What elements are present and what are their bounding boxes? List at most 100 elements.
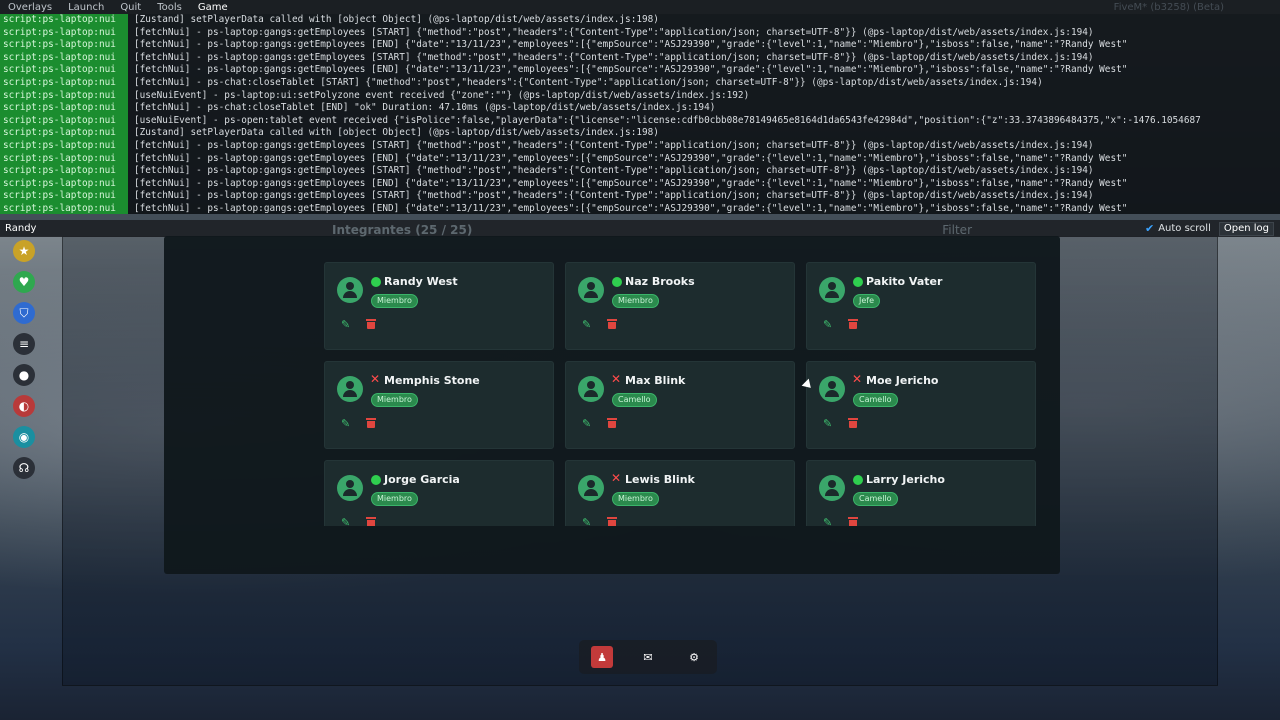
log-message: [fetchNui] - ps-laptop:gangs:getEmployee… [134, 152, 1128, 164]
employee-name: Moe Jericho [866, 374, 939, 387]
employee-card[interactable]: ✕ Moe Jericho Camello ✎ [806, 361, 1036, 449]
employee-card[interactable]: ✕ Lewis Blink Miembro ✎ [565, 460, 795, 526]
employee-card[interactable]: Pakito Vater Jefe ✎ [806, 262, 1036, 350]
employee-name: Larry Jericho [866, 473, 945, 486]
log-source-tag: script:ps-laptop:nui [0, 202, 128, 214]
rank-badge: Miembro [371, 393, 418, 407]
rank-badge: Miembro [371, 492, 418, 506]
menu-item-tools[interactable]: Tools [149, 2, 190, 13]
menubar: Overlays Launch Quit Tools Game FiveM* (b3258… [0, 0, 1280, 14]
employee-card[interactable]: Naz Brooks Miembro ✎ [565, 262, 795, 350]
eye-icon: ◉ [13, 426, 35, 448]
rank-badge: Camello [612, 393, 657, 407]
log-line: script:ps-laptop:nui [fetchNui] - ps-lapt… [0, 39, 1280, 52]
menu-item-game[interactable]: Game [190, 2, 236, 13]
badge-icon: ★ [13, 240, 35, 262]
hud-status-sidebar: ★ ♥ ⛉ ≡ ● ◐ ◉ ☊ [0, 236, 48, 486]
gang-app-icon[interactable]: ♟ [591, 646, 613, 668]
user-avatar-icon [819, 376, 845, 402]
auto-scroll-label: Auto scroll [1158, 223, 1211, 234]
log-source-tag: script:ps-laptop:nui [0, 89, 128, 103]
rank-badge: Miembro [612, 492, 659, 506]
log-line: script:ps-laptop:nui [fetchNui] - ps-lapt… [0, 152, 1280, 166]
edit-pencil-icon[interactable]: ✎ [823, 318, 832, 331]
log-source-tag: script:ps-laptop:nui [0, 152, 128, 166]
rank-badge: Jefe [853, 294, 881, 308]
online-status-icon [853, 475, 863, 485]
log-line: script:ps-laptop:nui [fetchNui] - ps-lapt… [0, 177, 1280, 191]
online-status-icon [371, 277, 381, 287]
menu-item-overlays[interactable]: Overlays [0, 2, 60, 13]
online-status-icon [371, 475, 381, 485]
user-avatar-icon [819, 277, 845, 303]
build-label: FiveM* (b3258) (Beta) [1113, 1, 1224, 13]
app-header: Integrantes (25 / 25) Filter [162, 222, 1062, 238]
employee-card[interactable]: Jorge Garcia Miembro ✎ [324, 460, 554, 526]
log-message: [useNuiEvent] - ps-open:tablet event rec… [134, 114, 1201, 126]
settings-app-icon[interactable]: ⚙ [683, 646, 705, 668]
log-message: [Zustand] setPlayerData called with [obj… [134, 127, 659, 139]
edit-pencil-icon[interactable]: ✎ [582, 417, 591, 430]
delete-trash-icon[interactable] [607, 319, 617, 329]
log-message: [fetchNui] - ps-laptop:gangs:getEmployee… [134, 177, 1128, 189]
auto-scroll-toggle[interactable]: ✔ Auto scroll [1145, 222, 1211, 235]
stress-icon: ◐ [13, 395, 35, 417]
menu-item-quit[interactable]: Quit [112, 2, 149, 13]
water-icon: ● [13, 364, 35, 386]
log-source-tag: script:ps-laptop:nui [0, 51, 128, 65]
log-source-tag: script:ps-laptop:nui [0, 102, 128, 115]
employee-name: Lewis Blink [625, 473, 695, 486]
delete-trash-icon[interactable] [366, 517, 376, 526]
members-title: Integrantes (25 / 25) [332, 223, 473, 237]
log-source-tag: script:ps-laptop:nui [0, 26, 128, 40]
edit-pencil-icon[interactable]: ✎ [582, 318, 591, 331]
log-message: [fetchNui] - ps-laptop:gangs:getEmployee… [134, 165, 1094, 177]
checkmark-icon: ✔ [1144, 222, 1155, 235]
edit-pencil-icon[interactable]: ✎ [341, 516, 350, 526]
log-message: [fetchNui] - ps-chat:closeTablet [START]… [134, 76, 1043, 88]
employee-card[interactable]: ✕ Max Blink Camello ✎ [565, 361, 795, 449]
mail-app-icon[interactable]: ✉ [637, 646, 659, 668]
edit-pencil-icon[interactable]: ✎ [582, 516, 591, 526]
log-source-tag: script:ps-laptop:nui [0, 139, 128, 153]
employee-name: Randy West [384, 275, 458, 288]
delete-trash-icon[interactable] [366, 319, 376, 329]
log-line: script:ps-laptop:nui [fetchNui] - ps-lapt… [0, 165, 1280, 178]
delete-trash-icon[interactable] [607, 517, 617, 526]
offline-status-icon: ✕ [370, 372, 381, 386]
user-avatar-icon [337, 475, 363, 501]
log-message: [fetchNui] - ps-laptop:gangs:getEmployee… [134, 64, 1128, 76]
employee-name: Pakito Vater [866, 275, 943, 288]
log-line: script:ps-laptop:nui [fetchNui] - ps-lapt… [0, 26, 1280, 40]
employee-grid[interactable]: Randy West Miembro ✎ Naz Brooks Miembro ✎ Paki… [316, 248, 1052, 526]
edit-pencil-icon[interactable]: ✎ [341, 417, 350, 430]
log-line: script:ps-laptop:nui [fetchNui] - ps-chat… [0, 102, 1280, 115]
edit-pencil-icon[interactable]: ✎ [341, 318, 350, 331]
filter-button[interactable]: Filter [942, 223, 1062, 237]
log-message: [fetchNui] - ps-laptop:gangs:getEmployee… [134, 190, 1094, 202]
delete-trash-icon[interactable] [366, 418, 376, 428]
menu-item-launch[interactable]: Launch [60, 2, 112, 13]
log-line: script:ps-laptop:nui [Zustand] setPlayerD… [0, 127, 1280, 140]
log-message: [fetchNui] - ps-laptop:gangs:getEmployee… [134, 139, 1094, 151]
offline-status-icon: ✕ [852, 372, 863, 386]
edit-pencil-icon[interactable]: ✎ [823, 516, 832, 526]
log-line: script:ps-laptop:nui [fetchNui] - ps-lapt… [0, 202, 1280, 214]
log-message: [fetchNui] - ps-laptop:gangs:getEmployee… [134, 26, 1094, 38]
log-line: script:ps-laptop:nui [useNuiEvent] - ps-l… [0, 89, 1280, 103]
delete-trash-icon[interactable] [848, 517, 858, 526]
edit-pencil-icon[interactable]: ✎ [823, 417, 832, 430]
employee-card[interactable]: ✕ Memphis Stone Miembro ✎ [324, 361, 554, 449]
open-log-button[interactable]: Open log [1218, 221, 1274, 236]
delete-trash-icon[interactable] [848, 319, 858, 329]
log-source-tag: script:ps-laptop:nui [0, 114, 128, 128]
log-line: script:ps-laptop:nui [fetchNui] - ps-lapt… [0, 139, 1280, 153]
user-avatar-icon [578, 277, 604, 303]
delete-trash-icon[interactable] [848, 418, 858, 428]
log-line: script:ps-laptop:nui [fetchNui] - ps-lapt… [0, 64, 1280, 77]
employee-card[interactable]: Larry Jericho Camello ✎ [806, 460, 1036, 526]
employee-card[interactable]: Randy West Miembro ✎ [324, 262, 554, 350]
delete-trash-icon[interactable] [607, 418, 617, 428]
log-source-tag: script:ps-laptop:nui [0, 127, 128, 140]
log-source-tag: script:ps-laptop:nui [0, 76, 128, 90]
